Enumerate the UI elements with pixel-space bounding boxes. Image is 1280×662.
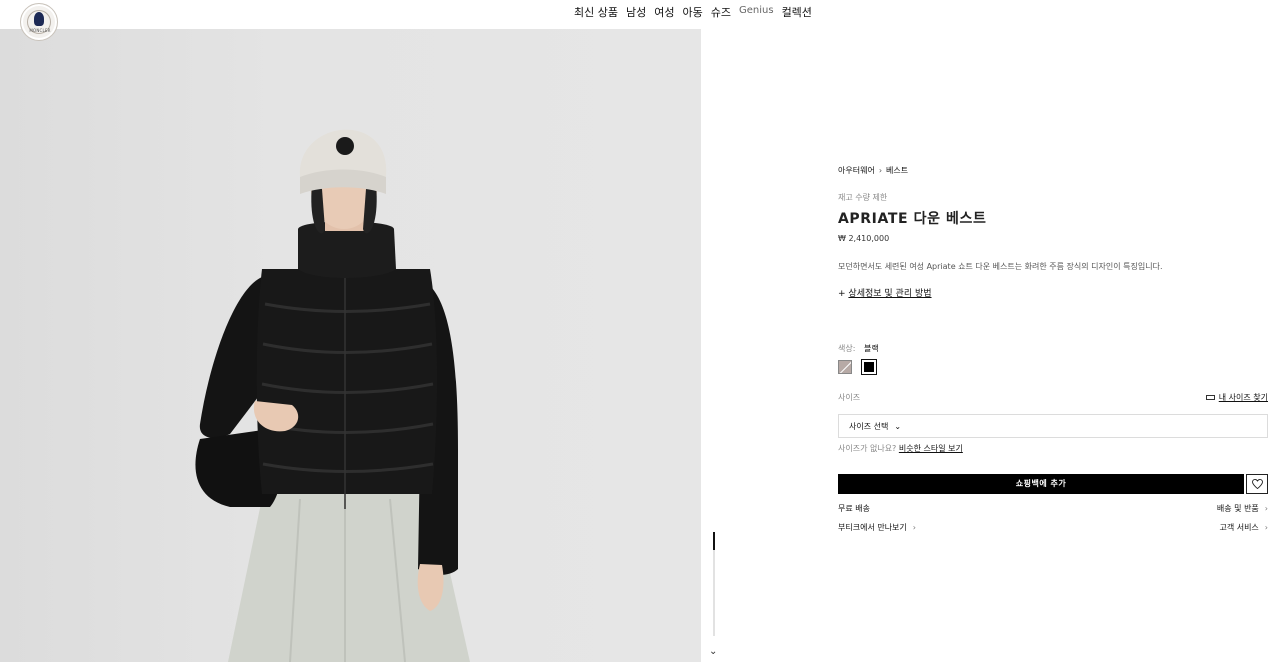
breadcrumb-vests[interactable]: 베스트 — [886, 166, 908, 175]
wishlist-button[interactable] — [1246, 474, 1268, 494]
nav-item-genius[interactable]: Genius — [739, 5, 774, 20]
chevron-down-icon: ⌄ — [894, 422, 902, 431]
size-help: 사이즈가 없나요? 비슷한 스타일 보기 — [838, 443, 963, 454]
nav-item-collections[interactable]: 컬렉션 — [782, 4, 812, 20]
site-header: MONCLER 최신 상품 남성 여성 아동 슈즈 Genius 컬렉션 — [0, 0, 1280, 41]
chevron-right-icon: › — [1264, 523, 1268, 532]
ruler-icon — [1205, 395, 1215, 400]
color-value: 블랙 — [863, 344, 879, 353]
add-to-bag-button[interactable]: 쇼핑백에 추가 — [838, 474, 1244, 494]
scroll-down-chevron-icon[interactable]: ⌄ — [709, 646, 717, 657]
nav-item-kids[interactable]: 아동 — [682, 4, 702, 20]
details-care-link[interactable]: + 상세정보 및 관리 방법 — [838, 286, 932, 299]
details-care-label: 상세정보 및 관리 방법 — [848, 289, 932, 299]
nav-item-new[interactable]: 최신 상품 — [574, 4, 618, 20]
chevron-right-icon: › — [1264, 504, 1268, 513]
breadcrumb: 아우터웨어 › 베스트 — [838, 165, 908, 176]
product-title: APRIATE 다운 베스트 — [838, 211, 987, 227]
boutique-link[interactable]: 부티크에서 만나보기 › — [838, 522, 916, 533]
main-nav: 최신 상품 남성 여성 아동 슈즈 Genius 컬렉션 — [574, 4, 820, 20]
free-shipping: 무료 배송 — [838, 504, 870, 513]
size-guide-link[interactable]: 내 사이즈 찾기 — [1205, 392, 1268, 403]
size-guide-label: 내 사이즈 찾기 — [1218, 393, 1268, 402]
customer-service-label: 고객 서비스 — [1219, 523, 1259, 532]
breadcrumb-outerwear[interactable]: 아우터웨어 — [838, 166, 875, 175]
size-select-label: 사이즈 선택 — [849, 422, 889, 431]
logo-emblem-icon — [34, 12, 44, 26]
product-price: ₩ 2,410,000 — [838, 234, 890, 243]
chevron-right-icon: › — [912, 523, 916, 532]
shipping-returns-label: 배송 및 반품 — [1216, 504, 1259, 513]
similar-styles-link[interactable]: 비슷한 스타일 보기 — [899, 444, 963, 453]
image-scroll-thumb[interactable] — [713, 532, 715, 550]
nav-item-women[interactable]: 여성 — [654, 4, 674, 20]
product-description: 모던하면서도 세련된 여성 Apriate 쇼트 다운 베스트는 화려한 주름 … — [838, 262, 1163, 271]
logo-text: MONCLER — [29, 28, 51, 33]
heart-icon — [1251, 479, 1263, 489]
size-help-text: 사이즈가 없나요? — [838, 444, 897, 453]
size-select-dropdown[interactable]: 사이즈 선택 ⌄ — [838, 414, 1268, 438]
color-swatch-beige[interactable] — [838, 360, 852, 374]
breadcrumb-separator-icon: › — [878, 166, 883, 175]
boutique-label: 부티크에서 만나보기 — [838, 523, 907, 532]
moncler-logo[interactable]: MONCLER — [20, 3, 58, 41]
model-illustration — [195, 129, 470, 662]
nav-item-shoes[interactable]: 슈즈 — [711, 4, 731, 20]
color-swatch-black[interactable] — [861, 359, 877, 375]
details-plus-icon: + — [838, 289, 846, 299]
size-label: 사이즈 — [838, 393, 861, 402]
stock-note: 재고 수량 제한 — [838, 193, 888, 202]
nav-item-men[interactable]: 남성 — [626, 4, 646, 20]
customer-service-link[interactable]: 고객 서비스 › — [1219, 522, 1268, 533]
shipping-returns-link[interactable]: 배송 및 반품 › — [1217, 503, 1268, 514]
color-label: 색상: — [838, 344, 856, 353]
product-image[interactable] — [0, 29, 701, 662]
color-row: 색상: 블랙 — [838, 343, 879, 354]
